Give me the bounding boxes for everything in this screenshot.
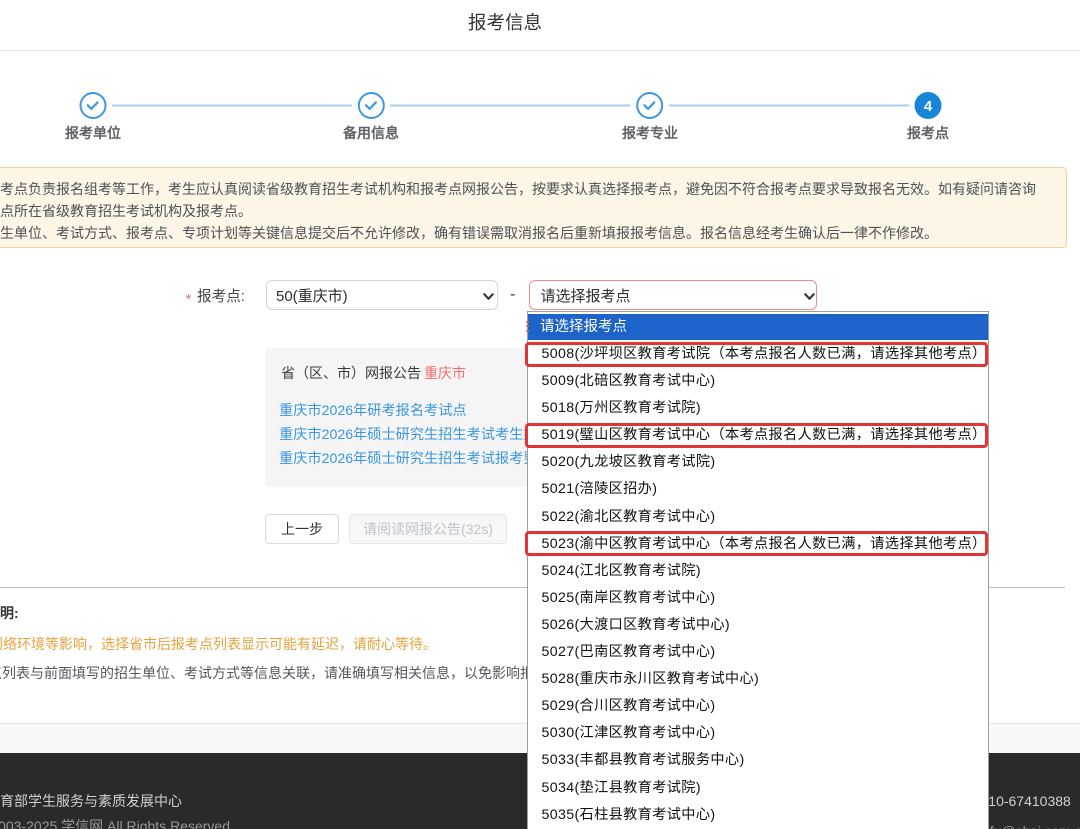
svg-text:4: 4 bbox=[924, 98, 933, 115]
